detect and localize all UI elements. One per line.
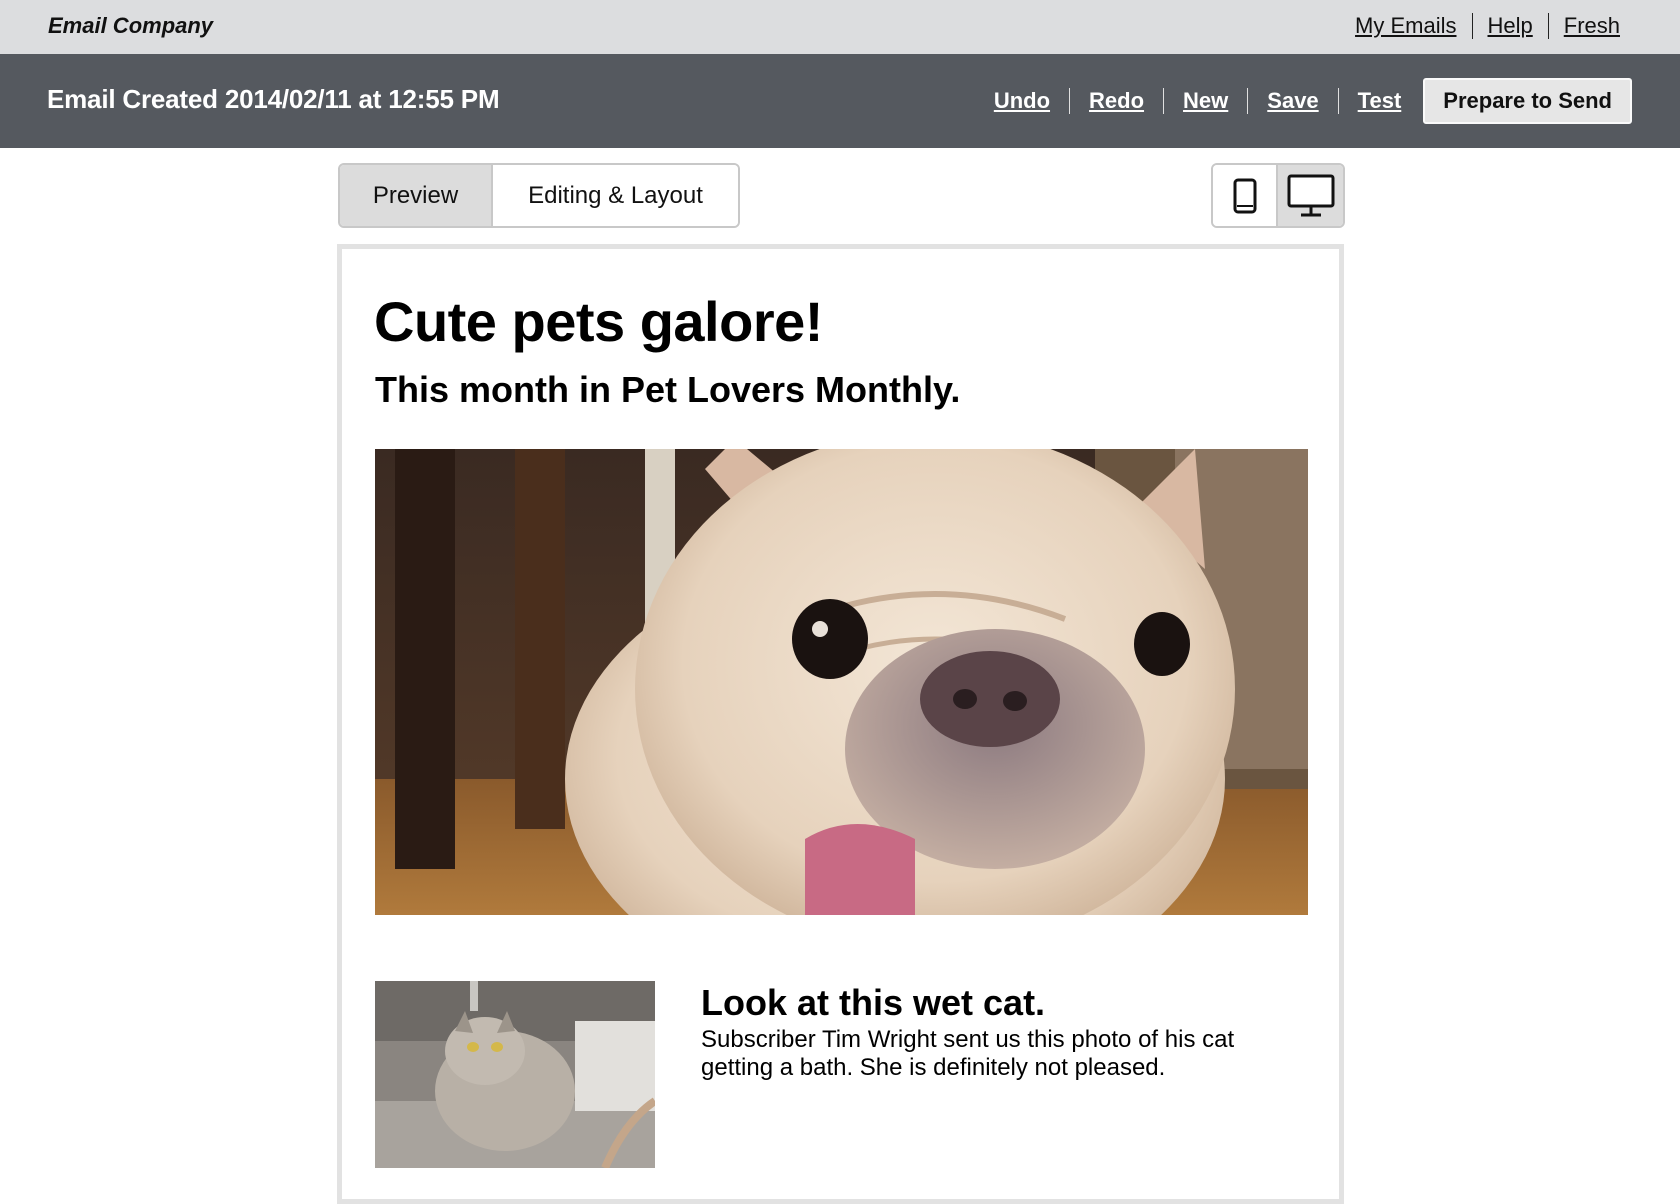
save-link[interactable]: Save — [1267, 88, 1318, 114]
top-bar: Email Company My Emails Help Fresh — [0, 0, 1680, 54]
email-created-title: Email Created 2014/02/11 at 12:55 PM — [47, 84, 500, 114]
separator — [1163, 88, 1165, 114]
cat-photo — [375, 981, 655, 1168]
hero-dog-image[interactable] — [375, 449, 1308, 915]
email-headline: Cute pets galore! — [374, 290, 823, 353]
story-body-text: Subscriber Tim Wright sent us this photo… — [701, 1026, 1235, 1081]
desktop-view-button[interactable] — [1278, 165, 1343, 226]
separator — [1471, 13, 1473, 39]
tab-editing-layout[interactable]: Editing & Layout — [493, 165, 738, 226]
view-mode-tabs: Preview Editing & Layout — [338, 163, 740, 228]
wet-cat-image[interactable] — [375, 981, 655, 1168]
separator — [1337, 88, 1339, 114]
toolbar-actions: Undo Redo New Save Test Prepare to Send — [994, 78, 1632, 124]
account-nav: My Emails Help Fresh — [1355, 13, 1620, 39]
dog-photo — [375, 449, 1308, 915]
separator — [1069, 88, 1071, 114]
separator — [1547, 13, 1549, 39]
fresh-link[interactable]: Fresh — [1564, 13, 1620, 39]
undo-link[interactable]: Undo — [994, 88, 1050, 114]
separator — [1247, 88, 1249, 114]
desktop-monitor-icon — [1287, 174, 1334, 216]
story-heading: Look at this wet cat. — [701, 982, 1046, 1023]
prepare-to-send-button[interactable]: Prepare to Send — [1423, 78, 1632, 124]
my-emails-link[interactable]: My Emails — [1355, 13, 1456, 39]
mobile-phone-icon — [1233, 178, 1256, 213]
email-preview-canvas[interactable]: Cute pets galore! This month in Pet Love… — [337, 244, 1344, 1204]
redo-link[interactable]: Redo — [1089, 88, 1144, 114]
mobile-view-button[interactable] — [1213, 165, 1278, 226]
device-toggle — [1211, 163, 1345, 228]
new-link[interactable]: New — [1183, 88, 1228, 114]
help-link[interactable]: Help — [1488, 13, 1533, 39]
test-link[interactable]: Test — [1358, 88, 1402, 114]
tab-preview[interactable]: Preview — [340, 165, 493, 226]
brand-name: Email Company — [48, 13, 214, 38]
email-subheadline: This month in Pet Lovers Monthly. — [375, 369, 961, 410]
editor-toolbar: Email Created 2014/02/11 at 12:55 PM Und… — [0, 54, 1680, 148]
